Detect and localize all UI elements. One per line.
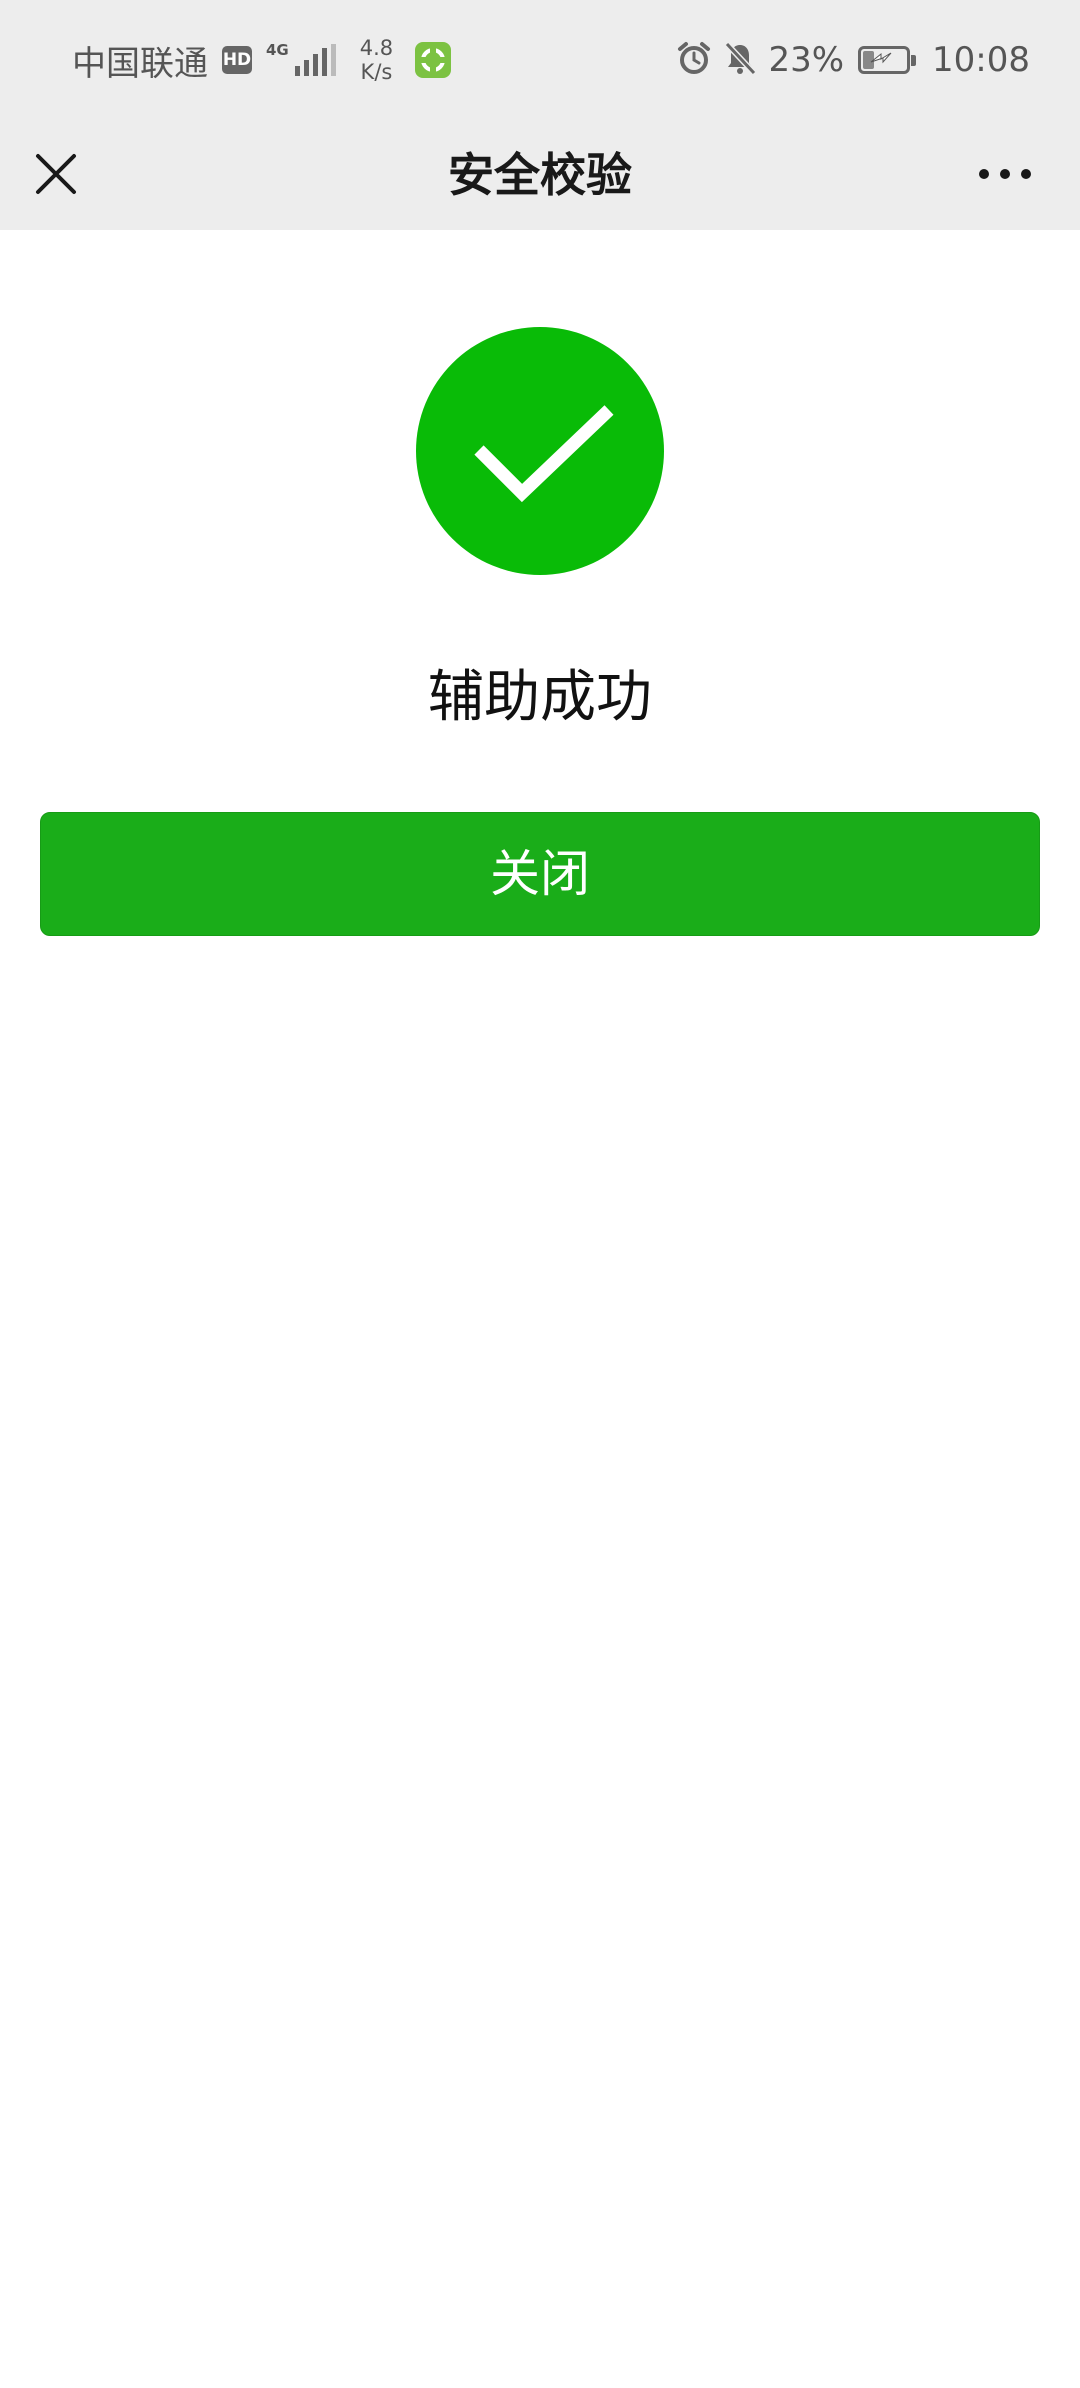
- battery-charging-icon: [858, 46, 917, 74]
- battery-percent: 23%: [768, 40, 845, 80]
- alarm-icon: [676, 40, 712, 80]
- signal-icon: [294, 44, 336, 76]
- bell-muted-icon: [722, 40, 758, 80]
- page-title: 安全校验: [448, 148, 632, 202]
- more-button[interactable]: [970, 144, 1040, 204]
- carrier-name: 中国联通: [72, 43, 208, 84]
- status-left: 中国联通 HD 4G 4.8 K/s: [72, 0, 452, 120]
- screen: 中国联通 HD 4G 4.8 K/s 23% 10:08 安全校验 辅助成功 关…: [0, 0, 1080, 2388]
- success-check-icon: [415, 326, 665, 576]
- close-button[interactable]: 关闭: [40, 812, 1040, 936]
- hd-icon: HD: [222, 46, 252, 74]
- result-message: 辅助成功: [428, 665, 652, 730]
- status-bar: 中国联通 HD 4G 4.8 K/s 23% 10:08: [0, 0, 1080, 120]
- app-notification-icon: [415, 42, 452, 78]
- clock: 10:08: [932, 40, 1030, 80]
- network-speed-unit: K/s: [360, 60, 393, 84]
- network-type: 4G: [266, 41, 289, 59]
- network-speed: 4.8 K/s: [360, 36, 393, 84]
- more-icon: [979, 169, 1031, 179]
- status-right: 23% 10:08: [676, 0, 1030, 120]
- nav-bar: 安全校验: [0, 120, 1080, 230]
- network-speed-value: 4.8: [359, 36, 394, 60]
